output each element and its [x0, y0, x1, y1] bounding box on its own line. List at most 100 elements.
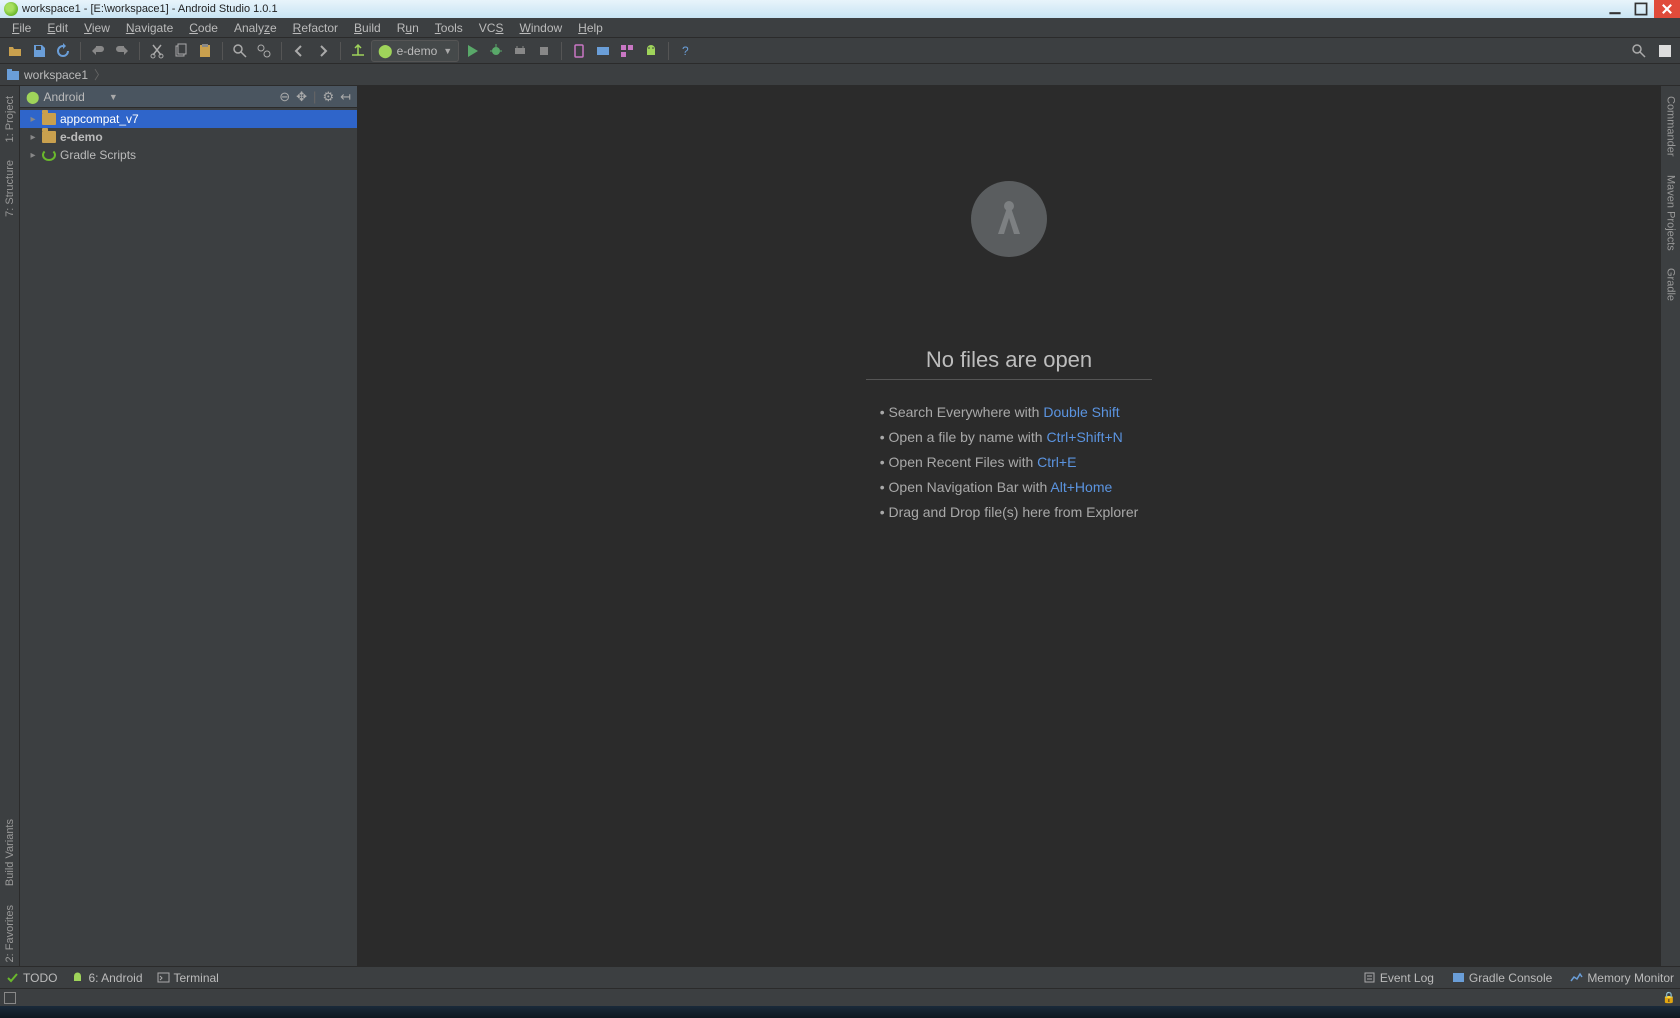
close-button[interactable]	[1654, 0, 1680, 18]
lock-icon[interactable]: 🔒	[1662, 991, 1676, 1004]
left-tab-project[interactable]: 1: Project	[4, 92, 16, 146]
tool-windows-toggle-icon[interactable]	[4, 992, 16, 1004]
paste-icon[interactable]	[194, 40, 216, 62]
copy-icon[interactable]	[170, 40, 192, 62]
tree-item-appcompat[interactable]: ▸ appcompat_v7	[20, 110, 357, 128]
stop-icon[interactable]	[533, 40, 555, 62]
save-icon[interactable]	[28, 40, 50, 62]
gear-icon[interactable]: ⚙	[322, 89, 334, 105]
android-studio-logo	[971, 181, 1047, 257]
menu-view[interactable]: View	[76, 19, 118, 37]
left-tab-structure[interactable]: 7: Structure	[4, 156, 16, 221]
android-icon: ⬤	[378, 43, 393, 59]
folder-icon	[42, 113, 56, 125]
tree-item-edemo[interactable]: ▸ e-demo	[20, 128, 357, 146]
run-config-selector[interactable]: ⬤ e-demo ▼	[371, 40, 459, 62]
bottom-tab-event-log[interactable]: Event Log	[1363, 971, 1434, 985]
left-tab-build-variants[interactable]: Build Variants	[4, 815, 16, 890]
search-icon[interactable]	[1628, 40, 1650, 62]
menu-navigate[interactable]: Navigate	[118, 19, 181, 37]
find-icon[interactable]	[229, 40, 251, 62]
project-panel: ⬤ Android ▼ ⊖ ✥ | ⚙ ↤ ▸ appcompat_v7 ▸ e…	[20, 86, 358, 966]
project-view-label[interactable]: Android	[43, 90, 84, 104]
collapse-all-icon[interactable]: ⊖	[279, 89, 290, 105]
window-title: workspace1 - [E:\workspace1] - Android S…	[22, 3, 278, 15]
titlebar: workspace1 - [E:\workspace1] - Android S…	[0, 0, 1680, 18]
sync-icon[interactable]	[52, 40, 74, 62]
help-icon[interactable]: ?	[675, 40, 697, 62]
target-icon[interactable]: ✥	[296, 89, 307, 105]
toolbar: ⬤ e-demo ▼ ?	[0, 38, 1680, 64]
back-icon[interactable]	[288, 40, 310, 62]
replace-icon[interactable]	[253, 40, 275, 62]
breadcrumb-separator: 〉	[94, 66, 106, 83]
hint-drag-drop: • Drag and Drop file(s) here from Explor…	[880, 504, 1139, 520]
menu-analyze[interactable]: Analyze	[226, 19, 285, 37]
editor-empty-state: No files are open • Search Everywhere wi…	[358, 86, 1660, 966]
chevron-down-icon: ▼	[443, 46, 452, 56]
make-icon[interactable]	[347, 40, 369, 62]
ddms-icon[interactable]	[616, 40, 638, 62]
left-tool-strip: 1: Project 7: Structure Build Variants 2…	[0, 86, 20, 966]
tree-item-gradle-scripts[interactable]: ▸ Gradle Scripts	[20, 146, 357, 164]
breadcrumb-root[interactable]: workspace1	[24, 68, 88, 82]
menu-build[interactable]: Build	[346, 19, 389, 37]
debug-icon[interactable]	[485, 40, 507, 62]
bottom-tab-android[interactable]: 6: Android	[71, 971, 142, 985]
attach-debugger-icon[interactable]	[509, 40, 531, 62]
os-taskbar	[0, 1006, 1680, 1018]
redo-icon[interactable]	[111, 40, 133, 62]
menu-vcs[interactable]: VCS	[471, 19, 512, 37]
bottom-tab-terminal[interactable]: Terminal	[157, 971, 219, 985]
right-tab-gradle[interactable]: Gradle	[1665, 264, 1677, 305]
hint-recent-files: • Open Recent Files with Ctrl+E	[880, 454, 1139, 470]
status-bar: 🔒	[0, 988, 1680, 1006]
expand-arrow-icon[interactable]: ▸	[28, 150, 38, 161]
user-icon[interactable]	[1654, 40, 1676, 62]
avd-icon[interactable]	[568, 40, 590, 62]
sdk-icon[interactable]	[592, 40, 614, 62]
bottom-tab-memory-monitor[interactable]: Memory Monitor	[1570, 971, 1674, 985]
hints-list: • Search Everywhere with Double Shift • …	[880, 404, 1139, 520]
menu-run[interactable]: Run	[389, 19, 427, 37]
project-tree: ▸ appcompat_v7 ▸ e-demo ▸ Gradle Scripts	[20, 108, 357, 966]
android-robot-icon[interactable]	[640, 40, 662, 62]
menu-window[interactable]: Window	[511, 19, 570, 37]
breadcrumb-bar: workspace1 〉	[0, 64, 1680, 86]
app-icon	[4, 2, 18, 16]
menu-edit[interactable]: Edit	[39, 19, 76, 37]
hint-open-file: • Open a file by name with Ctrl+Shift+N	[880, 429, 1139, 445]
run-icon[interactable]	[461, 40, 483, 62]
module-icon	[6, 68, 20, 82]
run-config-label: e-demo	[397, 44, 438, 58]
menu-tools[interactable]: Tools	[427, 19, 471, 37]
bottom-tab-gradle-console[interactable]: Gradle Console	[1452, 971, 1552, 985]
bottom-tab-todo[interactable]: TODO	[6, 971, 57, 985]
expand-arrow-icon[interactable]: ▸	[28, 132, 38, 143]
android-view-icon: ⬤	[26, 90, 39, 104]
chevron-down-icon[interactable]: ▼	[109, 92, 118, 102]
forward-icon[interactable]	[312, 40, 334, 62]
hint-nav-bar: • Open Navigation Bar with Alt+Home	[880, 479, 1139, 495]
no-files-heading: No files are open	[866, 347, 1152, 380]
open-icon[interactable]	[4, 40, 26, 62]
bottom-tool-bar: TODO 6: Android Terminal Event Log Gradl…	[0, 966, 1680, 988]
hint-search-everywhere: • Search Everywhere with Double Shift	[880, 404, 1139, 420]
menu-file[interactable]: File	[4, 19, 39, 37]
gradle-icon	[42, 149, 56, 161]
menu-code[interactable]: Code	[181, 19, 226, 37]
expand-arrow-icon[interactable]: ▸	[28, 114, 38, 125]
maximize-button[interactable]	[1628, 0, 1654, 18]
hide-icon[interactable]: ↤	[340, 89, 351, 105]
minimize-button[interactable]	[1602, 0, 1628, 18]
undo-icon[interactable]	[87, 40, 109, 62]
left-tab-favorites[interactable]: 2: Favorites	[4, 901, 16, 966]
folder-icon	[42, 131, 56, 143]
menu-help[interactable]: Help	[570, 19, 611, 37]
right-tab-maven[interactable]: Maven Projects	[1665, 171, 1677, 255]
right-tab-commander[interactable]: Commander	[1665, 92, 1677, 161]
cut-icon[interactable]	[146, 40, 168, 62]
menubar: File Edit View Navigate Code Analyze Ref…	[0, 18, 1680, 38]
svg-text:?: ?	[682, 44, 689, 58]
menu-refactor[interactable]: Refactor	[285, 19, 346, 37]
